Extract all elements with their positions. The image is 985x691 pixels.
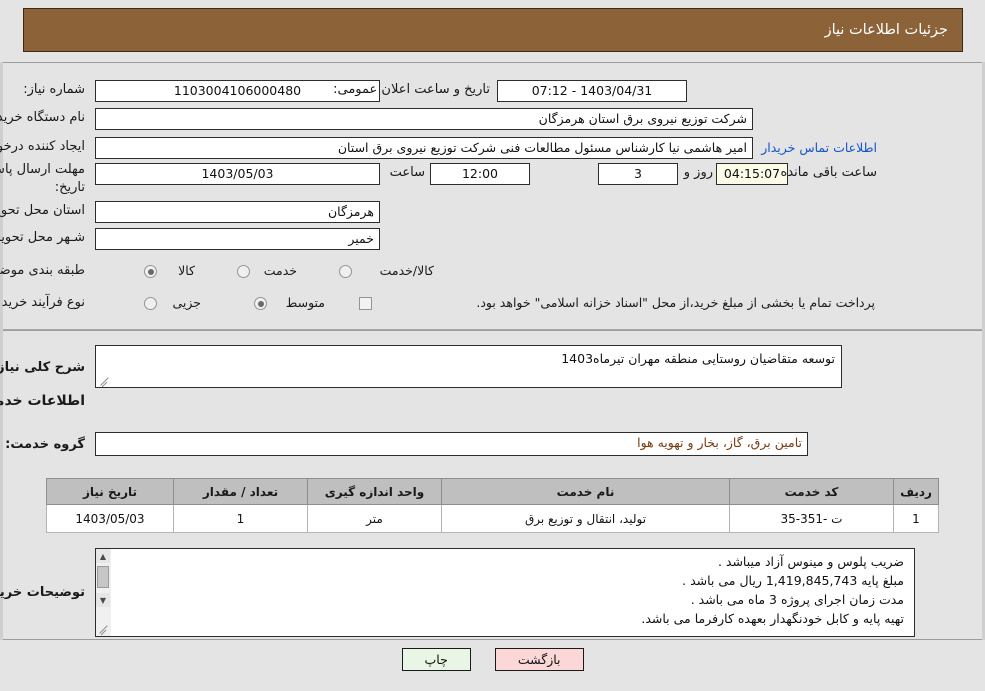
buyer-note-line: ضریب پلوس و مینوس آزاد میباشد .: [717, 554, 904, 569]
buyer-notes-label: توضیحات خریدار:: [0, 585, 85, 600]
radio-process-minor-label: جزیی: [172, 295, 201, 310]
th-service-code: کد خدمت: [729, 478, 894, 505]
delivery-province-value: هرمزگان: [95, 201, 380, 223]
scroll-up-arrow-icon[interactable]: ▲: [96, 549, 110, 563]
response-deadline-date-label: تاریخ:: [54, 180, 85, 195]
radio-process-medium-label: متوسط: [285, 295, 325, 310]
services-section-heading: اطلاعات خدمات مورد نیاز: [0, 393, 85, 409]
buyer-notes-scrollbar[interactable]: ▲ ▼: [95, 548, 111, 637]
general-description-textarea[interactable]: توسعه متقاضیان روستایی منطقه مهران تیرما…: [95, 345, 842, 388]
radio-process-medium[interactable]: [254, 297, 267, 310]
page-title: جزئیات اطلاعات نیاز: [824, 22, 948, 38]
scroll-down-arrow-icon[interactable]: ▼: [96, 593, 110, 607]
action-button-row: بازگشت چاپ: [0, 648, 985, 671]
radio-process-minor[interactable]: [144, 297, 157, 310]
buyer-note-line: مبلغ پایه 1,419,845,743 ریال می باشد .: [682, 573, 904, 588]
delivery-city-value: خمیر: [95, 228, 380, 250]
th-row-number: ردیف: [893, 478, 939, 505]
need-number-label: شماره نیاز:: [23, 82, 85, 97]
buyer-org-value: شرکت توزیع نیروی برق استان هرمزگان: [95, 108, 753, 130]
announcement-label: تاریخ و ساعت اعلان عمومی:: [333, 82, 490, 97]
response-deadline-label: مهلت ارسال پاسخ: تا: [0, 162, 85, 177]
cell-unit: متر: [307, 504, 442, 533]
buyer-note-line: تهیه پایه و کابل خودنگهدار بعهده کارفرما…: [641, 611, 904, 626]
cell-service-name: تولید، انتقال و توزیع برق: [441, 504, 730, 533]
delivery-city-label: شـهر محل تحویل:: [0, 230, 85, 245]
buyer-notes-textarea[interactable]: ضریب پلوس و مینوس آزاد میباشد . مبلغ پای…: [95, 548, 915, 637]
print-button[interactable]: چاپ: [401, 648, 471, 671]
radio-category-goods-service-label: کالا/خدمت: [379, 263, 434, 278]
buyer-note-line: مدت زمان اجرای پروژه 3 ماه می باشد .: [690, 592, 904, 607]
deadline-date-value: 1403/05/03: [95, 163, 380, 185]
cell-need-date: 1403/05/03: [46, 504, 174, 533]
radio-category-service[interactable]: [237, 265, 250, 278]
remaining-time-label: ساعت باقی مانده: [780, 165, 877, 180]
countdown-timer-value: 04:15:07: [716, 163, 788, 185]
deadline-hour-label: ساعت: [389, 165, 425, 180]
delivery-province-label: استان محل تحویل:: [0, 203, 85, 218]
need-info-panel: [0, 62, 985, 330]
table-header-row: ردیف کد خدمت نام خدمت واحد اندازه گیری ت…: [46, 478, 939, 505]
request-creator-value: امیر هاشمی نیا کارشناس مسئول مطالعات فنی…: [95, 137, 753, 159]
radio-category-goods-label: کالا: [178, 263, 195, 278]
remaining-days-label: روز و: [683, 165, 713, 180]
islamic-treasury-note: پرداخت تمام یا بخشی از مبلغ خرید،از محل …: [476, 295, 875, 310]
buyer-org-label: نام دستگاه خریدار:: [0, 110, 85, 125]
page-root: AriaTender.net جزئیات اطلاعات نیاز شماره…: [0, 0, 985, 691]
th-service-name: نام خدمت: [441, 478, 730, 505]
scrollbar-thumb[interactable]: [97, 566, 109, 588]
th-quantity: تعداد / مقدار: [173, 478, 308, 505]
page-title-bar: جزئیات اطلاعات نیاز: [23, 8, 963, 52]
buyer-contact-link[interactable]: اطلاعات تماس خریدار: [761, 140, 877, 155]
general-description-label: شرح کلی نیاز:: [0, 360, 85, 375]
purchase-process-label: نوع فرآیند خرید :: [0, 295, 85, 310]
radio-category-goods-service[interactable]: [339, 265, 352, 278]
checkbox-islamic-treasury[interactable]: [359, 297, 372, 310]
radio-category-goods[interactable]: [144, 265, 157, 278]
service-group-value: تامین برق، گاز، بخار و تهویه هوا: [95, 432, 808, 456]
services-table: ردیف کد خدمت نام خدمت واحد اندازه گیری ت…: [46, 478, 939, 533]
cell-service-code: ت -351-35: [729, 504, 894, 533]
announcement-value: 1403/04/31 - 07:12: [497, 80, 687, 102]
th-unit: واحد اندازه گیری: [307, 478, 442, 505]
request-creator-label: ایجاد کننده درخواست:: [0, 139, 85, 154]
radio-category-service-label: خدمت: [263, 263, 297, 278]
th-need-date: تاریخ نیاز: [46, 478, 174, 505]
cell-quantity: 1: [173, 504, 308, 533]
service-group-label: گروه خدمت:: [5, 437, 85, 452]
back-button[interactable]: بازگشت: [494, 648, 584, 671]
cell-row-number: 1: [893, 504, 939, 533]
subject-category-label: طبقه بندی موضوعی:: [0, 263, 85, 278]
deadline-hour-value: 12:00: [430, 163, 530, 185]
remaining-days-value: 3: [598, 163, 678, 185]
table-row: 1 ت -351-35 تولید، انتقال و توزیع برق مت…: [46, 504, 939, 533]
